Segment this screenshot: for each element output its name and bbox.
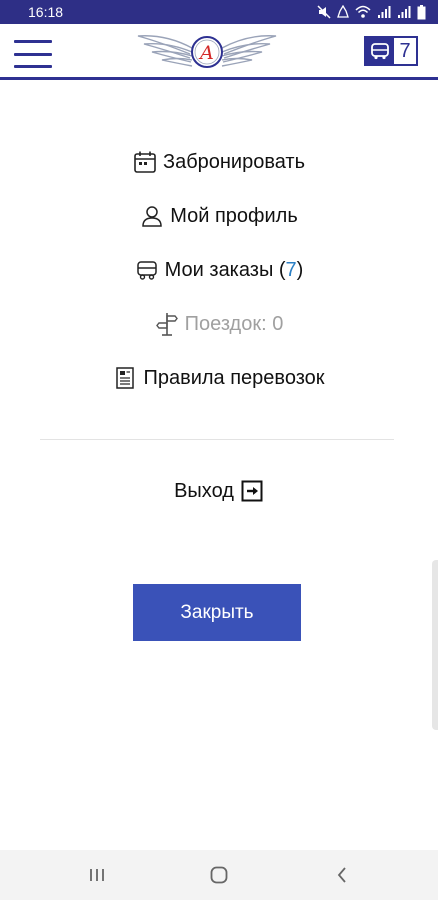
app-logo: А (136, 30, 278, 74)
logout-label: Выход (174, 479, 234, 502)
signal-icon (398, 6, 411, 18)
menu-label-trips: Поездок: 0 (184, 312, 284, 335)
logout-button[interactable]: Выход (0, 476, 438, 506)
menu-item-rules[interactable]: Правила перевозок (0, 364, 438, 392)
alarm-icon (337, 5, 349, 18)
status-time: 16:18 (28, 4, 64, 20)
menu-label-orders-suffix: ) (296, 258, 304, 281)
menu-label-book: Забронировать (162, 150, 306, 173)
home-icon[interactable] (204, 862, 234, 888)
calendar-icon (133, 150, 157, 174)
mute-icon (317, 5, 331, 19)
document-icon (113, 366, 137, 390)
status-bar: 16:18 (0, 0, 438, 24)
close-button[interactable]: Закрыть (133, 584, 301, 641)
menu-item-book[interactable]: Забронировать (0, 148, 438, 176)
signpost-icon (155, 312, 179, 336)
user-icon (140, 204, 164, 228)
exit-icon (240, 479, 264, 503)
recent-apps-icon[interactable] (82, 862, 112, 888)
menu-item-profile[interactable]: Мой профиль (0, 202, 438, 230)
logo-letter: А (198, 42, 214, 64)
menu-label-profile: Мой профиль (170, 204, 298, 227)
orders-count: 7 (399, 39, 411, 62)
menu-icon[interactable] (14, 40, 52, 68)
bus-icon (366, 38, 394, 64)
bus-icon (135, 258, 159, 282)
edge-panel-handle[interactable] (432, 560, 438, 730)
menu-label-orders: Мои заказы ( (164, 258, 286, 281)
wifi-icon (355, 5, 371, 18)
orders-counter-button[interactable]: 7 (364, 36, 418, 66)
menu-item-orders[interactable]: Мои заказы (7) (0, 256, 438, 284)
menu-divider (40, 439, 394, 440)
menu-item-trips: Поездок: 0 (0, 310, 438, 338)
signal-icon (378, 6, 391, 18)
app-header: А 7 (0, 24, 438, 80)
system-nav-bar (0, 850, 438, 900)
menu-label-rules: Правила перевозок (143, 366, 325, 389)
back-icon[interactable] (327, 862, 357, 888)
battery-icon (417, 4, 426, 19)
orders-count-inline: 7 (285, 258, 297, 281)
status-icons (317, 4, 426, 20)
